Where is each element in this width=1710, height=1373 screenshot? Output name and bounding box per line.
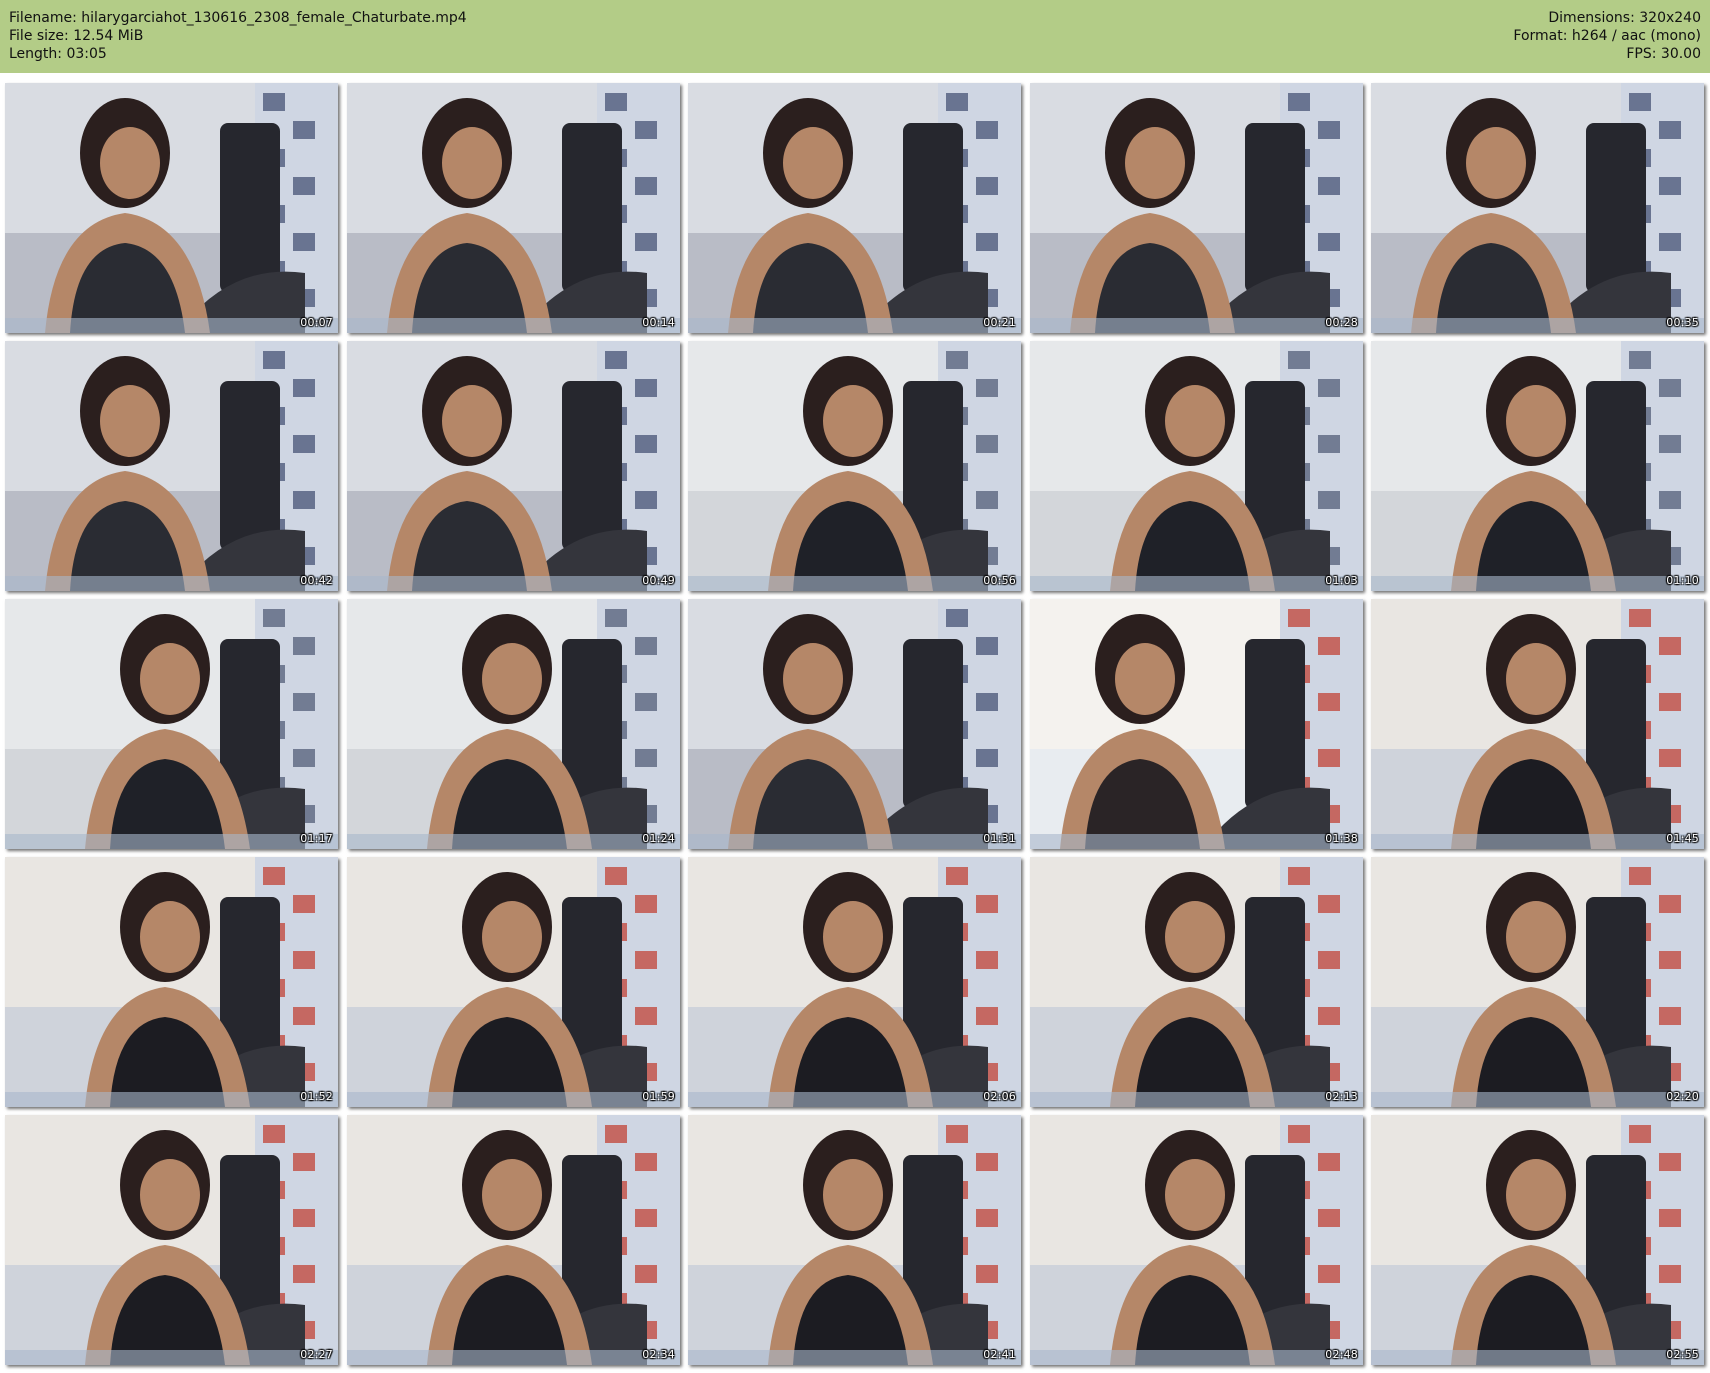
video-frame xyxy=(1030,599,1363,849)
file-info-right: Dimensions: 320x240 Format: h264 / aac (… xyxy=(1513,9,1701,63)
timestamp-label: 00:07 xyxy=(300,316,333,329)
video-frame xyxy=(688,341,1021,591)
video-frame xyxy=(688,599,1021,849)
thumbnail-frame: 01:31 xyxy=(688,599,1021,849)
thumbnail-frame: 00:21 xyxy=(688,83,1021,333)
thumbnail-frame: 00:28 xyxy=(1030,83,1363,333)
video-frame xyxy=(688,1115,1021,1365)
thumbnail-frame: 02:20 xyxy=(1371,857,1704,1107)
thumbnail-frame: 01:03 xyxy=(1030,341,1363,591)
timestamp-label: 01:24 xyxy=(642,832,675,845)
timestamp-label: 01:10 xyxy=(1666,574,1699,587)
thumbnail-frame: 01:59 xyxy=(347,857,680,1107)
video-frame xyxy=(347,83,680,333)
thumbnail-frame: 01:17 xyxy=(5,599,338,849)
video-frame xyxy=(1030,1115,1363,1365)
thumbnail-frame: 02:48 xyxy=(1030,1115,1363,1365)
video-frame xyxy=(347,1115,680,1365)
video-frame xyxy=(688,857,1021,1107)
timestamp-label: 02:13 xyxy=(1325,1090,1358,1103)
thumbnail-grid: 00:07 00:14 00:21 00:28 00:35 00:42 00:49 00:56… xyxy=(5,83,1705,1368)
thumbnail-frame: 00:35 xyxy=(1371,83,1704,333)
video-frame xyxy=(1371,857,1704,1107)
timestamp-label: 02:48 xyxy=(1325,1348,1358,1361)
thumbnail-frame: 00:07 xyxy=(5,83,338,333)
timestamp-label: 01:52 xyxy=(300,1090,333,1103)
timestamp-label: 01:31 xyxy=(983,832,1016,845)
video-frame xyxy=(5,599,338,849)
video-frame xyxy=(5,1115,338,1365)
timestamp-label: 00:28 xyxy=(1325,316,1358,329)
thumbnail-frame: 01:38 xyxy=(1030,599,1363,849)
thumbnail-frame: 00:56 xyxy=(688,341,1021,591)
filename-line: Filename: hilarygarciahot_130616_2308_fe… xyxy=(9,10,467,26)
video-frame xyxy=(5,857,338,1107)
thumbnail-frame: 01:24 xyxy=(347,599,680,849)
video-frame xyxy=(1371,341,1704,591)
thumbnail-frame: 02:55 xyxy=(1371,1115,1704,1365)
dimensions-line: Dimensions: 320x240 xyxy=(1548,10,1701,26)
timestamp-label: 02:27 xyxy=(300,1348,333,1361)
timestamp-label: 00:35 xyxy=(1666,316,1699,329)
video-frame xyxy=(1030,341,1363,591)
thumbnail-frame: 01:45 xyxy=(1371,599,1704,849)
timestamp-label: 01:59 xyxy=(642,1090,675,1103)
timestamp-label: 01:17 xyxy=(300,832,333,845)
video-frame xyxy=(1371,1115,1704,1365)
video-frame xyxy=(1030,857,1363,1107)
video-frame xyxy=(347,341,680,591)
thumbnail-frame: 02:27 xyxy=(5,1115,338,1365)
fps-line: FPS: 30.00 xyxy=(1626,46,1701,62)
format-line: Format: h264 / aac (mono) xyxy=(1513,28,1701,44)
video-frame xyxy=(1371,599,1704,849)
timestamp-label: 00:14 xyxy=(642,316,675,329)
thumbnail-frame: 00:42 xyxy=(5,341,338,591)
thumbnail-frame: 00:49 xyxy=(347,341,680,591)
timestamp-label: 01:45 xyxy=(1666,832,1699,845)
thumbnail-frame: 02:06 xyxy=(688,857,1021,1107)
video-frame xyxy=(347,857,680,1107)
timestamp-label: 02:06 xyxy=(983,1090,1016,1103)
timestamp-label: 00:49 xyxy=(642,574,675,587)
timestamp-label: 02:41 xyxy=(983,1348,1016,1361)
file-info-left: Filename: hilarygarciahot_130616_2308_fe… xyxy=(9,9,467,63)
video-frame xyxy=(1030,83,1363,333)
video-frame xyxy=(1371,83,1704,333)
video-frame xyxy=(688,83,1021,333)
timestamp-label: 02:20 xyxy=(1666,1090,1699,1103)
thumbnail-frame: 01:52 xyxy=(5,857,338,1107)
thumbnail-frame: 02:13 xyxy=(1030,857,1363,1107)
timestamp-label: 01:03 xyxy=(1325,574,1358,587)
video-frame xyxy=(5,341,338,591)
info-header: Filename: hilarygarciahot_130616_2308_fe… xyxy=(0,0,1710,73)
timestamp-label: 00:42 xyxy=(300,574,333,587)
thumbnail-frame: 02:41 xyxy=(688,1115,1021,1365)
timestamp-label: 02:55 xyxy=(1666,1348,1699,1361)
thumbnail-frame: 00:14 xyxy=(347,83,680,333)
video-frame xyxy=(347,599,680,849)
thumbnail-frame: 01:10 xyxy=(1371,341,1704,591)
file-size-line: File size: 12.54 MiB xyxy=(9,28,144,44)
video-frame xyxy=(5,83,338,333)
thumbnail-frame: 02:34 xyxy=(347,1115,680,1365)
timestamp-label: 02:34 xyxy=(642,1348,675,1361)
timestamp-label: 00:56 xyxy=(983,574,1016,587)
length-line: Length: 03:05 xyxy=(9,46,107,62)
timestamp-label: 01:38 xyxy=(1325,832,1358,845)
timestamp-label: 00:21 xyxy=(983,316,1016,329)
